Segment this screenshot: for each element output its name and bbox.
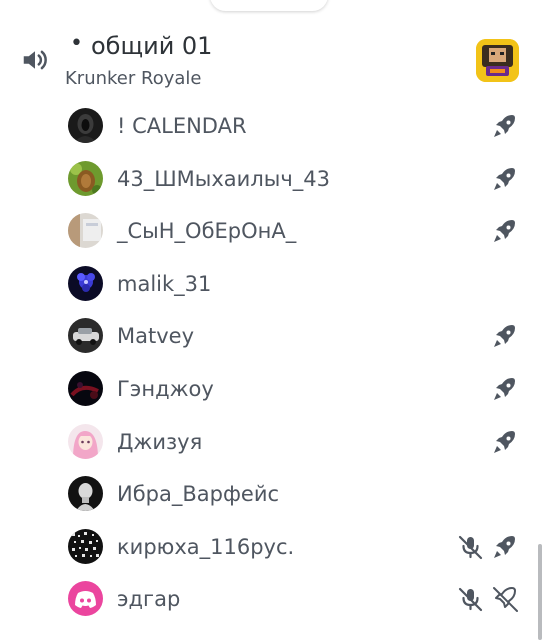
member-name: кирюха_116рус.	[117, 534, 295, 559]
speaker-icon	[23, 50, 47, 70]
blue-flower-avatar	[68, 265, 103, 301]
member-name: эдгар	[117, 587, 181, 612]
statue-bust-avatar	[68, 476, 103, 512]
member-name: ! CALENDAR	[117, 114, 247, 138]
member-name: Matvey	[117, 324, 194, 349]
voice-member-row[interactable]: эдгар	[0, 573, 547, 625]
muted-mic-icon	[456, 533, 484, 561]
member-name: Гэнджоу	[117, 377, 214, 401]
member-name: _СыН_ОбЕрОнА_	[117, 219, 297, 244]
no-rocket-icon	[491, 585, 519, 613]
rocket-icon	[491, 533, 519, 561]
channel-name: общий 01	[91, 32, 213, 60]
activity-name: Krunker Royale	[65, 68, 202, 89]
dark-red-avatar	[68, 371, 103, 406]
pinecone-avatar	[68, 160, 103, 196]
voice-member-row[interactable]: 43_ШМыхаилыч_43	[0, 153, 547, 205]
bw-pattern-avatar	[68, 528, 103, 564]
anime-girl-avatar	[68, 423, 103, 459]
muted-mic-icon	[456, 585, 484, 613]
voice-member-row[interactable]: malik_31	[0, 258, 547, 310]
voice-member-row[interactable]: Ибра_Варфейс	[0, 468, 547, 520]
rocket-icon	[491, 428, 519, 456]
pale-photo-avatar	[68, 213, 103, 249]
scrollbar[interactable]	[538, 544, 542, 640]
voice-member-row[interactable]: _СыН_ОбЕрОнА_	[0, 205, 547, 257]
member-name: 43_ШМыхаилыч_43	[117, 166, 330, 191]
rocket-icon	[491, 375, 519, 403]
voice-member-row[interactable]: кирюха_116рус.	[0, 521, 547, 573]
discord-default-avatar	[68, 581, 103, 617]
member-name: Джизуя	[117, 429, 203, 454]
rocket-icon	[491, 217, 519, 245]
rocket-icon	[491, 322, 519, 350]
top-handle-pill[interactable]	[210, 0, 328, 11]
channel-bullet: •	[70, 31, 83, 56]
voice-channel-header[interactable]: • общий 01 Krunker Royale	[0, 28, 547, 98]
voice-member-row[interactable]: ! CALENDAR	[0, 100, 547, 152]
rocket-icon	[491, 165, 519, 193]
krunker-game-icon[interactable]	[476, 39, 519, 82]
member-name: Ибра_Варфейс	[117, 482, 280, 507]
dark-hooded-figure-avatar	[68, 108, 103, 143]
car-avatar	[68, 318, 103, 354]
voice-member-row[interactable]: Джизуя	[0, 416, 547, 468]
voice-member-row[interactable]: Гэнджоу	[0, 363, 547, 415]
member-name: malik_31	[117, 271, 212, 296]
voice-member-row[interactable]: Matvey	[0, 310, 547, 362]
rocket-icon	[491, 112, 519, 140]
